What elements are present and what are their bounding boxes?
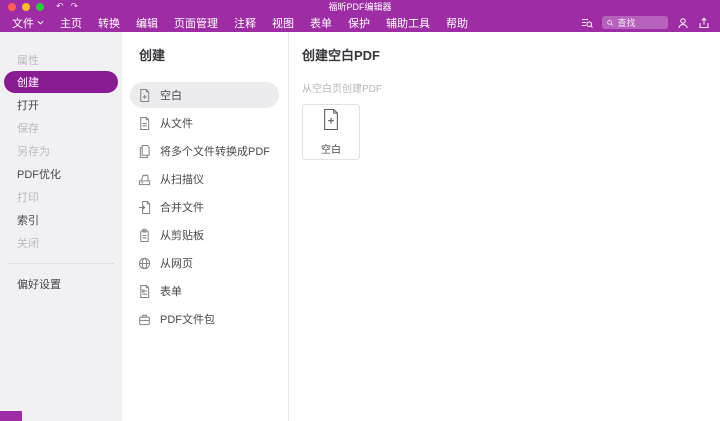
detail-panel: 创建空白PDF 从空白页创建PDF 空白: [289, 32, 720, 421]
sidebar-item-save-as: 另存为: [17, 145, 50, 158]
file-sidebar: 属性 创建 打开 保存 另存为 PDF优化 打印 索引 关闭 偏好设置: [0, 32, 122, 421]
multiple-files-icon: [138, 144, 151, 159]
search-box[interactable]: [602, 16, 668, 29]
blank-pdf-card[interactable]: 空白: [302, 104, 360, 160]
sidebar-item-properties: 属性: [17, 54, 39, 67]
new-blank-doc-plus-icon: [321, 108, 341, 136]
create-item-from-web-page[interactable]: 从网页: [130, 250, 279, 276]
create-list-panel: 创建 空白 从文件 将多个文件转换成PDF 从扫描仪 合并文件 从剪贴板 从网页…: [122, 32, 289, 421]
detail-subtitle: 从空白页创建PDF: [302, 84, 382, 95]
menu-comment[interactable]: 注释: [234, 15, 256, 31]
redo-icon[interactable]: ↷: [71, 0, 79, 13]
menu-home[interactable]: 主页: [60, 15, 82, 31]
menubar-right: [581, 16, 710, 29]
menu-protect[interactable]: 保护: [348, 15, 370, 31]
sidebar-divider: [8, 263, 114, 264]
menu-tabs: 文件 主页 转换 编辑 页面管理 注释 视图 表单 保护 辅助工具 帮助: [12, 15, 468, 31]
create-item-multiple-files[interactable]: 将多个文件转换成PDF: [130, 138, 279, 164]
create-item-form[interactable]: 表单: [130, 278, 279, 304]
menu-form[interactable]: 表单: [310, 15, 332, 31]
scanner-icon: [138, 172, 151, 187]
portfolio-icon: [138, 312, 151, 327]
form-icon: [138, 284, 151, 299]
titlebar: 福昕PDF编辑器 ↶ ↷: [0, 0, 720, 13]
sidebar-item-preferences[interactable]: 偏好设置: [0, 272, 122, 295]
menu-help[interactable]: 帮助: [446, 15, 468, 31]
backstage-content: 属性 创建 打开 保存 另存为 PDF优化 打印 索引 关闭 偏好设置 创建 空…: [0, 32, 720, 421]
search-input[interactable]: [617, 17, 663, 28]
bottom-left-accent: [0, 411, 22, 421]
sidebar-item-print: 打印: [17, 191, 39, 204]
combine-files-icon: [138, 200, 151, 215]
advanced-search-icon[interactable]: [581, 17, 593, 29]
menu-file[interactable]: 文件: [12, 15, 44, 31]
traffic-lights: [8, 2, 44, 11]
detail-title: 创建空白PDF: [302, 48, 381, 63]
menu-page-organize[interactable]: 页面管理: [174, 15, 218, 31]
from-file-icon: [138, 116, 151, 131]
chevron-down-icon: [37, 20, 44, 25]
sidebar-item-save: 保存: [17, 122, 39, 135]
clipboard-icon: [138, 228, 151, 243]
search-icon: [607, 19, 614, 26]
create-panel-title: 创建: [139, 48, 166, 63]
titlebar-quick-actions: ↶ ↷: [56, 0, 78, 13]
minimize-window-button[interactable]: [22, 2, 30, 11]
undo-icon[interactable]: ↶: [56, 0, 64, 13]
menu-view[interactable]: 视图: [272, 15, 294, 31]
sidebar-item-close: 关闭: [17, 237, 39, 250]
app-window: 福昕PDF编辑器 ↶ ↷ 文件 主页 转换 编辑 页面管理 注释 视图 表单 保…: [0, 0, 720, 421]
menu-edit[interactable]: 编辑: [136, 15, 158, 31]
user-icon[interactable]: [677, 17, 689, 29]
create-item-from-file[interactable]: 从文件: [130, 110, 279, 136]
sidebar-item-open[interactable]: 打开: [0, 93, 122, 116]
fullscreen-window-button[interactable]: [36, 2, 44, 11]
menu-accessibility[interactable]: 辅助工具: [386, 15, 430, 31]
create-item-combine-files[interactable]: 合并文件: [130, 194, 279, 220]
sidebar-item-index[interactable]: 索引: [0, 208, 122, 231]
create-item-from-clipboard[interactable]: 从剪贴板: [130, 222, 279, 248]
share-icon[interactable]: [698, 16, 710, 29]
create-item-from-scanner[interactable]: 从扫描仪: [130, 166, 279, 192]
menu-convert[interactable]: 转换: [98, 15, 120, 31]
sidebar-item-create[interactable]: 创建: [4, 71, 118, 93]
web-page-icon: [138, 256, 151, 271]
menubar: 文件 主页 转换 编辑 页面管理 注释 视图 表单 保护 辅助工具 帮助: [0, 13, 720, 32]
create-item-pdf-portfolio[interactable]: PDF文件包: [130, 306, 279, 332]
blank-doc-icon: [138, 88, 151, 103]
close-window-button[interactable]: [8, 2, 16, 11]
window-title: 福昕PDF编辑器: [328, 2, 392, 12]
sidebar-item-pdf-optimize[interactable]: PDF优化: [0, 162, 122, 185]
create-item-blank[interactable]: 空白: [130, 82, 279, 108]
blank-card-label: 空白: [321, 145, 341, 156]
